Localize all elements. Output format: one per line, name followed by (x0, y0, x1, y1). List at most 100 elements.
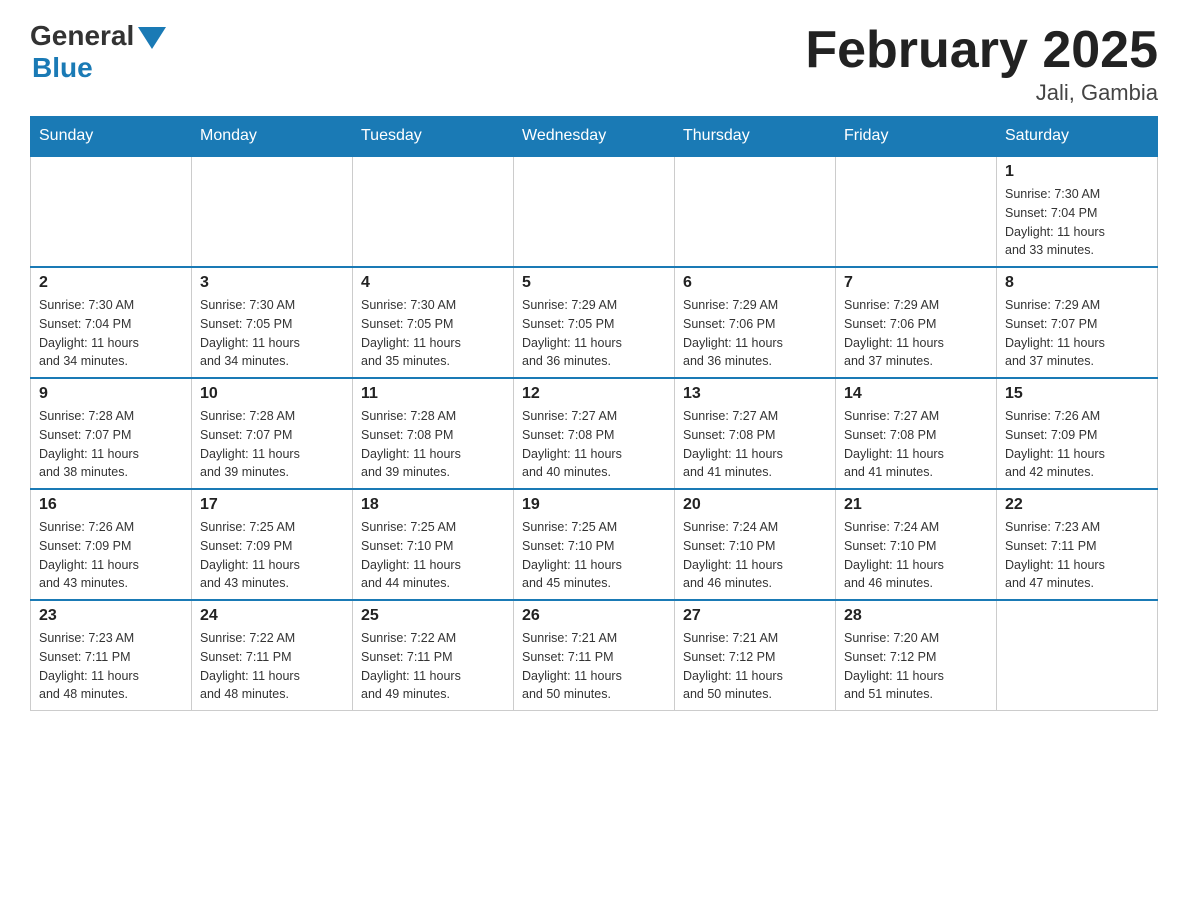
calendar-day: 9 Sunrise: 7:28 AMSunset: 7:07 PMDaylight… (31, 378, 192, 489)
day-info: Sunrise: 7:25 AMSunset: 7:10 PMDaylight:… (361, 518, 505, 593)
calendar-day: 28 Sunrise: 7:20 AMSunset: 7:12 PMDayligh… (836, 600, 997, 711)
day-number: 11 (361, 385, 505, 403)
day-number: 3 (200, 274, 344, 292)
calendar-day: 24 Sunrise: 7:22 AMSunset: 7:11 PMDayligh… (192, 600, 353, 711)
day-info: Sunrise: 7:21 AMSunset: 7:11 PMDaylight:… (522, 629, 666, 704)
day-header-sunday: Sunday (31, 117, 192, 157)
day-header-wednesday: Wednesday (514, 117, 675, 157)
calendar-day: 1 Sunrise: 7:30 AMSunset: 7:04 PMDaylight… (997, 156, 1158, 267)
calendar-day (836, 156, 997, 267)
day-info: Sunrise: 7:30 AMSunset: 7:04 PMDaylight:… (39, 296, 183, 371)
day-info: Sunrise: 7:29 AMSunset: 7:07 PMDaylight:… (1005, 296, 1149, 371)
day-number: 25 (361, 607, 505, 625)
calendar-day: 7Sunrise: 7:29 AMSunset: 7:06 PMDaylight… (836, 267, 997, 378)
calendar-day (997, 600, 1158, 711)
day-info: Sunrise: 7:28 AMSunset: 7:08 PMDaylight:… (361, 407, 505, 482)
calendar-day: 23 Sunrise: 7:23 AMSunset: 7:11 PMDayligh… (31, 600, 192, 711)
calendar-day (192, 156, 353, 267)
calendar-day: 6 Sunrise: 7:29 AMSunset: 7:06 PMDaylight… (675, 267, 836, 378)
calendar-day: 17Sunrise: 7:25 AMSunset: 7:09 PMDayligh… (192, 489, 353, 600)
calendar-week-2: 2 Sunrise: 7:30 AMSunset: 7:04 PMDaylight… (31, 267, 1158, 378)
day-info: Sunrise: 7:20 AMSunset: 7:12 PMDaylight:… (844, 629, 988, 704)
day-info: Sunrise: 7:23 AMSunset: 7:11 PMDaylight:… (39, 629, 183, 704)
day-number: 20 (683, 496, 827, 514)
day-info: Sunrise: 7:27 AMSunset: 7:08 PMDaylight:… (683, 407, 827, 482)
day-header-saturday: Saturday (997, 117, 1158, 157)
calendar-day: 18 Sunrise: 7:25 AMSunset: 7:10 PMDayligh… (353, 489, 514, 600)
day-info: Sunrise: 7:23 AMSunset: 7:11 PMDaylight:… (1005, 518, 1149, 593)
day-number: 13 (683, 385, 827, 403)
calendar-day: 19 Sunrise: 7:25 AMSunset: 7:10 PMDayligh… (514, 489, 675, 600)
logo: General Blue (30, 20, 166, 84)
calendar-day: 26 Sunrise: 7:21 AMSunset: 7:11 PMDayligh… (514, 600, 675, 711)
day-info: Sunrise: 7:28 AMSunset: 7:07 PMDaylight:… (200, 407, 344, 482)
calendar-day: 12 Sunrise: 7:27 AMSunset: 7:08 PMDayligh… (514, 378, 675, 489)
calendar-day: 14 Sunrise: 7:27 AMSunset: 7:08 PMDayligh… (836, 378, 997, 489)
calendar-day: 13 Sunrise: 7:27 AMSunset: 7:08 PMDayligh… (675, 378, 836, 489)
day-info: Sunrise: 7:27 AMSunset: 7:08 PMDaylight:… (844, 407, 988, 482)
day-number: 19 (522, 496, 666, 514)
day-info: Sunrise: 7:29 AMSunset: 7:06 PMDaylight:… (683, 296, 827, 371)
day-info: Sunrise: 7:22 AMSunset: 7:11 PMDaylight:… (361, 629, 505, 704)
location-text: Jali, Gambia (805, 80, 1158, 106)
page-header: General Blue February 2025 Jali, Gambia (30, 20, 1158, 106)
calendar-day: 4 Sunrise: 7:30 AMSunset: 7:05 PMDaylight… (353, 267, 514, 378)
title-section: February 2025 Jali, Gambia (805, 20, 1158, 106)
day-number: 23 (39, 607, 183, 625)
day-number: 17 (200, 496, 344, 514)
day-number: 12 (522, 385, 666, 403)
day-number: 16 (39, 496, 183, 514)
calendar-week-1: 1 Sunrise: 7:30 AMSunset: 7:04 PMDaylight… (31, 156, 1158, 267)
day-header-friday: Friday (836, 117, 997, 157)
day-number: 8 (1005, 274, 1149, 292)
day-info: Sunrise: 7:28 AMSunset: 7:07 PMDaylight:… (39, 407, 183, 482)
calendar-day (514, 156, 675, 267)
day-header-thursday: Thursday (675, 117, 836, 157)
calendar-day: 21 Sunrise: 7:24 AMSunset: 7:10 PMDayligh… (836, 489, 997, 600)
logo-general-text: General (30, 20, 134, 52)
day-info: Sunrise: 7:24 AMSunset: 7:10 PMDaylight:… (844, 518, 988, 593)
day-number: 26 (522, 607, 666, 625)
calendar-day (31, 156, 192, 267)
day-info: Sunrise: 7:30 AMSunset: 7:04 PMDaylight:… (1005, 185, 1149, 260)
day-header-tuesday: Tuesday (353, 117, 514, 157)
day-info: Sunrise: 7:27 AMSunset: 7:08 PMDaylight:… (522, 407, 666, 482)
calendar-week-3: 9 Sunrise: 7:28 AMSunset: 7:07 PMDaylight… (31, 378, 1158, 489)
calendar-day: 8 Sunrise: 7:29 AMSunset: 7:07 PMDaylight… (997, 267, 1158, 378)
day-info: Sunrise: 7:25 AMSunset: 7:10 PMDaylight:… (522, 518, 666, 593)
day-number: 18 (361, 496, 505, 514)
calendar-day: 3Sunrise: 7:30 AMSunset: 7:05 PMDaylight… (192, 267, 353, 378)
calendar-week-5: 23 Sunrise: 7:23 AMSunset: 7:11 PMDayligh… (31, 600, 1158, 711)
calendar-day: 2 Sunrise: 7:30 AMSunset: 7:04 PMDaylight… (31, 267, 192, 378)
day-number: 24 (200, 607, 344, 625)
calendar-table: SundayMondayTuesdayWednesdayThursdayFrid… (30, 116, 1158, 711)
day-number: 21 (844, 496, 988, 514)
day-number: 22 (1005, 496, 1149, 514)
day-info: Sunrise: 7:26 AMSunset: 7:09 PMDaylight:… (39, 518, 183, 593)
day-info: Sunrise: 7:21 AMSunset: 7:12 PMDaylight:… (683, 629, 827, 704)
day-number: 9 (39, 385, 183, 403)
day-number: 1 (1005, 163, 1149, 181)
calendar-day: 16 Sunrise: 7:26 AMSunset: 7:09 PMDayligh… (31, 489, 192, 600)
day-number: 14 (844, 385, 988, 403)
day-number: 2 (39, 274, 183, 292)
calendar-day (675, 156, 836, 267)
day-info: Sunrise: 7:22 AMSunset: 7:11 PMDaylight:… (200, 629, 344, 704)
month-title: February 2025 (805, 20, 1158, 80)
calendar-day: 10 Sunrise: 7:28 AMSunset: 7:07 PMDayligh… (192, 378, 353, 489)
calendar-day: 15Sunrise: 7:26 AMSunset: 7:09 PMDayligh… (997, 378, 1158, 489)
calendar-day: 27Sunrise: 7:21 AMSunset: 7:12 PMDayligh… (675, 600, 836, 711)
day-header-monday: Monday (192, 117, 353, 157)
day-number: 28 (844, 607, 988, 625)
logo-triangle-icon (138, 27, 166, 49)
calendar-header-row: SundayMondayTuesdayWednesdayThursdayFrid… (31, 117, 1158, 157)
day-number: 5 (522, 274, 666, 292)
day-info: Sunrise: 7:30 AMSunset: 7:05 PMDaylight:… (361, 296, 505, 371)
day-info: Sunrise: 7:24 AMSunset: 7:10 PMDaylight:… (683, 518, 827, 593)
day-number: 6 (683, 274, 827, 292)
calendar-week-4: 16 Sunrise: 7:26 AMSunset: 7:09 PMDayligh… (31, 489, 1158, 600)
calendar-day: 11 Sunrise: 7:28 AMSunset: 7:08 PMDayligh… (353, 378, 514, 489)
day-info: Sunrise: 7:29 AMSunset: 7:05 PMDaylight:… (522, 296, 666, 371)
day-number: 10 (200, 385, 344, 403)
day-number: 4 (361, 274, 505, 292)
